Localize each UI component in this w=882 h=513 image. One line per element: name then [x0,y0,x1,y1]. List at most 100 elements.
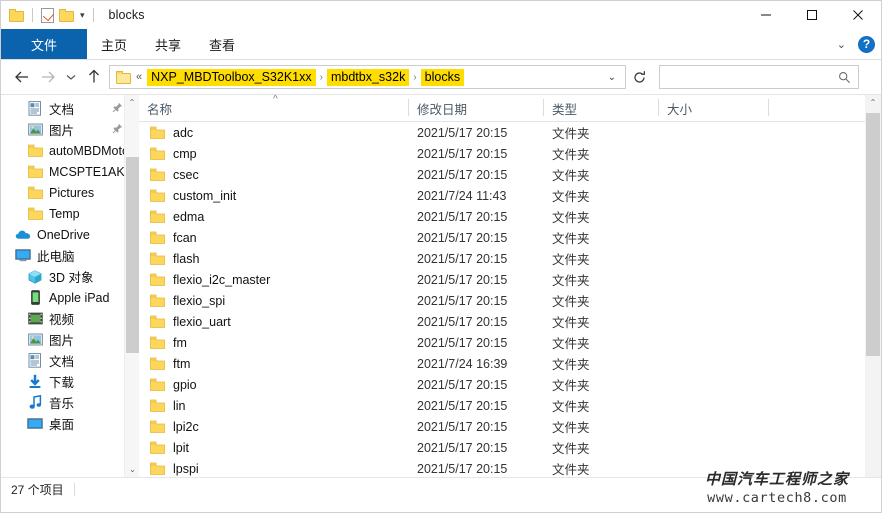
nav-item[interactable]: 文档 [1,98,139,119]
nav-item[interactable]: 图片 [1,329,139,350]
nav-item[interactable]: MCSPTE1AK14 [1,161,139,182]
help-icon[interactable]: ? [858,35,875,53]
recent-locations-button[interactable] [61,64,81,90]
tab-file[interactable]: 文件 [1,29,87,59]
table-row[interactable]: adc 2021/5/17 20:15 文件夹 [139,122,881,143]
table-row[interactable]: flexio_uart 2021/5/17 20:15 文件夹 [139,311,881,332]
navigation-scrollbar[interactable]: ⌃ ⌄ [124,95,139,477]
cell-date: 2021/5/17 20:15 [417,335,508,350]
nav-item[interactable]: OneDrive [1,224,139,245]
folder-icon [149,377,165,393]
search-input[interactable] [660,69,838,85]
table-row[interactable]: fm 2021/5/17 20:15 文件夹 [139,332,881,353]
nav-item[interactable]: 文档 [1,350,139,371]
folder-icon[interactable] [9,8,24,22]
pictures-icon [27,332,43,348]
cell-date: 2021/5/17 20:15 [417,125,508,140]
downloads-icon [27,374,43,390]
tab-home[interactable]: 主页 [87,29,141,59]
tab-view[interactable]: 查看 [195,29,249,59]
back-button[interactable] [9,64,35,90]
file-name-label: cmp [173,146,197,161]
breadcrumb-item-3[interactable]: blocks [420,68,465,86]
column-header-date[interactable]: 修改日期 [409,95,544,121]
new-folder-icon[interactable] [59,8,74,22]
scroll-up-arrow-icon[interactable]: ⌃ [125,95,139,110]
file-list-scrollbar-thumb[interactable] [866,113,880,356]
table-row[interactable]: flexio_i2c_master 2021/5/17 20:15 文件夹 [139,269,881,290]
navigation-scrollbar-thumb[interactable] [126,157,139,353]
folder-icon [149,335,165,351]
breadcrumb-overflow[interactable]: « [136,71,142,83]
nav-item[interactable]: 3D 对象 [1,266,139,287]
cell-date: 2021/5/17 20:15 [417,398,508,413]
breadcrumb-separator-1[interactable]: › [316,72,327,83]
nav-item-label: Apple iPad [49,290,110,305]
search-icon[interactable] [838,71,858,84]
chevron-down-icon[interactable]: ⌄ [837,38,846,51]
column-header-type[interactable]: 类型 [544,95,659,121]
scroll-up-arrow-icon[interactable]: ⌃ [865,95,881,110]
breadcrumb-item-2[interactable]: mbdtbx_s32k [326,68,410,86]
nav-item[interactable]: Temp [1,203,139,224]
column-header-name[interactable]: 名称 ^ [139,95,409,121]
properties-icon[interactable] [41,7,55,23]
tab-share[interactable]: 共享 [141,29,195,59]
table-row[interactable]: cmp 2021/5/17 20:15 文件夹 [139,143,881,164]
search-box[interactable] [659,65,859,89]
forward-button[interactable] [35,64,61,90]
close-button[interactable] [835,1,881,29]
qat-divider-1 [32,8,33,22]
nav-item[interactable]: 图片 [1,119,139,140]
nav-item[interactable]: 音乐 [1,392,139,413]
table-row[interactable]: flash 2021/5/17 20:15 文件夹 [139,248,881,269]
breadcrumb-item-1[interactable]: NXP_MBDToolbox_S32K1xx [147,68,316,86]
scroll-down-arrow-icon[interactable]: ⌄ [125,462,139,477]
nav-item[interactable]: Pictures [1,182,139,203]
table-row[interactable]: csec 2021/5/17 20:15 文件夹 [139,164,881,185]
nav-item[interactable]: 下载 [1,371,139,392]
breadcrumb-separator-2[interactable]: › [409,72,420,83]
chevron-down-icon[interactable]: ⌄ [599,72,625,83]
table-row[interactable]: ftm 2021/7/24 16:39 文件夹 [139,353,881,374]
cell-date: 2021/5/17 20:15 [417,230,508,245]
table-row[interactable]: lpi2c 2021/5/17 20:15 文件夹 [139,416,881,437]
cell-date: 2021/5/17 20:15 [417,251,508,266]
refresh-button[interactable] [626,65,652,89]
table-row[interactable]: flexio_spi 2021/5/17 20:15 文件夹 [139,290,881,311]
maximize-button[interactable] [789,1,835,29]
table-row[interactable]: edma 2021/5/17 20:15 文件夹 [139,206,881,227]
table-row[interactable]: custom_init 2021/7/24 11:43 文件夹 [139,185,881,206]
cell-name: lpit [139,437,409,458]
chevron-down-icon[interactable]: ▾ [80,10,85,20]
pin-icon[interactable] [112,123,123,137]
cell-type: 文件夹 [552,316,590,330]
nav-item[interactable]: 此电脑 [1,245,139,266]
nav-item-label: Temp [49,206,80,221]
minimize-button[interactable] [743,1,789,29]
cell-date: 2021/5/17 20:15 [417,461,508,476]
folder-icon [149,125,165,141]
pin-icon[interactable] [112,102,123,116]
table-row[interactable]: lpspi 2021/5/17 20:15 文件夹 [139,458,881,477]
table-row[interactable]: lpit 2021/5/17 20:15 文件夹 [139,437,881,458]
up-button[interactable] [81,64,107,90]
nav-item[interactable]: autoMBDMoto [1,140,139,161]
cell-date: 2021/5/17 20:15 [417,272,508,287]
breadcrumb-bar[interactable]: « NXP_MBDToolbox_S32K1xx › mbdtbx_s32k ›… [109,65,626,89]
nav-item[interactable]: 桌面 [1,413,139,434]
file-list-scrollbar[interactable]: ⌃ [865,95,881,477]
table-row[interactable]: gpio 2021/5/17 20:15 文件夹 [139,374,881,395]
nav-item[interactable]: Apple iPad [1,287,139,308]
column-header-size[interactable]: 大小 [659,95,769,121]
cell-date: 2021/5/17 20:15 [417,377,508,392]
videos-icon [27,311,43,327]
folder-icon [149,251,165,267]
pictures-icon [27,122,43,138]
cell-name: gpio [139,374,409,395]
table-row[interactable]: fcan 2021/5/17 20:15 文件夹 [139,227,881,248]
table-row[interactable]: lin 2021/5/17 20:15 文件夹 [139,395,881,416]
folder-icon [149,272,165,288]
nav-item[interactable]: 视频 [1,308,139,329]
cell-type: 文件夹 [552,463,590,477]
